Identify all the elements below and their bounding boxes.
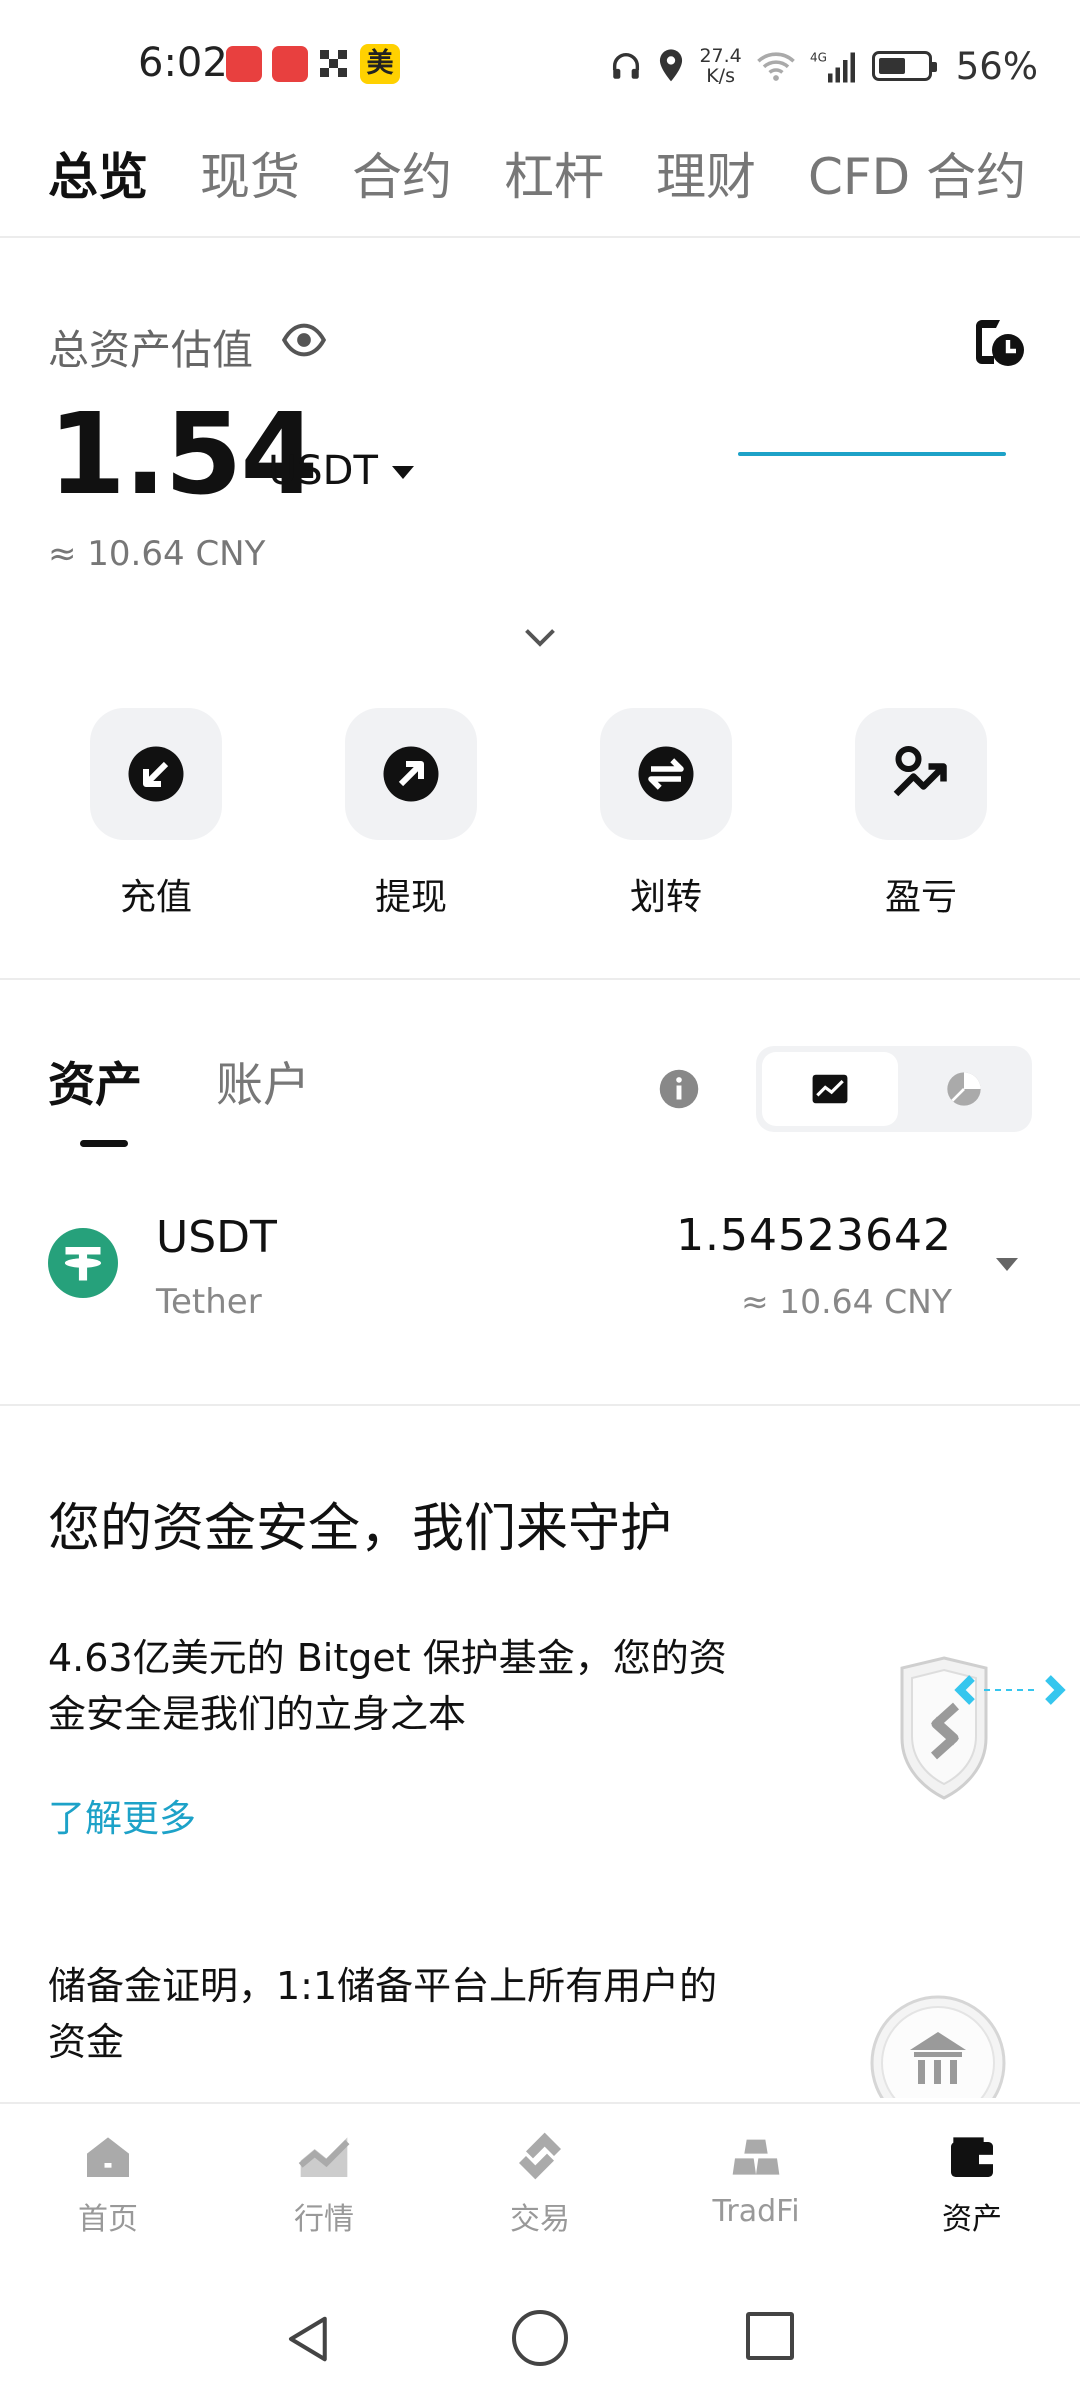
deposit-tile[interactable] (90, 708, 222, 840)
nav-markets[interactable]: 行情 (254, 2128, 394, 2238)
distribution-view-button[interactable] (902, 1052, 1026, 1126)
nav-tradfi[interactable]: TradFi (686, 2128, 826, 2229)
huawei-store-icon (272, 46, 308, 82)
trend-view-button[interactable] (762, 1052, 898, 1126)
cell-signal-icon: 4G (810, 51, 855, 83)
eye-icon[interactable] (282, 322, 326, 358)
learn-more-link[interactable]: 了解更多 (48, 1788, 196, 1842)
caret-down-icon[interactable] (392, 466, 414, 479)
status-indicators: 27.4 K/s 4G 56% (609, 36, 1038, 96)
headphones-icon (613, 53, 640, 79)
withdraw-button[interactable]: 提现 (345, 708, 477, 920)
tab-assets[interactable]: 资产 (48, 1054, 142, 1118)
recent-apps-icon[interactable] (746, 2312, 794, 2360)
caret-down-icon[interactable] (996, 1258, 1018, 1271)
currency-unit[interactable]: USDT (268, 448, 378, 494)
home-icon (87, 2137, 129, 2177)
system-nav-bar (0, 2270, 1080, 2400)
shield-illustration (900, 1656, 1066, 1800)
tab-futures[interactable]: 合约 (352, 142, 452, 212)
security-title: 您的资金安全，我们来守护 (48, 1499, 673, 1559)
transfer-tile[interactable] (600, 708, 732, 840)
deposit-icon (128, 746, 184, 802)
trend-chart-icon (812, 1074, 848, 1104)
back-icon[interactable] (282, 2312, 336, 2366)
tradfi-icon (732, 2139, 780, 2175)
divider (0, 1404, 1080, 1406)
usdt-logo-icon (48, 1228, 118, 1298)
withdraw-label: 提现 (374, 877, 447, 918)
market-icon (298, 2137, 350, 2177)
pnl-icon (893, 746, 947, 797)
divider (0, 236, 1080, 238)
top-tab-bar: 总览 现货 合约 杠杆 理财 CFD 合约 (48, 142, 1026, 212)
wallet-icon (951, 2137, 993, 2177)
total-asset-cny: ≈ 10.64 CNY (48, 534, 266, 574)
tab-cfd-futures[interactable]: CFD 合约 (808, 142, 1026, 212)
svg-text:4G: 4G (810, 51, 827, 65)
tab-accounts[interactable]: 账户 (216, 1054, 310, 1118)
pnl-button[interactable]: 盈亏 (855, 708, 987, 920)
status-bar: 6:02 美 27.4 K/s 4G 56% (0, 0, 1080, 130)
coin-amount: 1.54523642 (676, 1210, 952, 1261)
nav-label: 首页 (78, 2202, 138, 2237)
transfer-button[interactable]: 划转 (600, 708, 732, 920)
info-icon[interactable] (658, 1068, 700, 1110)
pnl-tile[interactable] (855, 708, 987, 840)
asset-trend-sparkline (738, 452, 1006, 456)
nav-label: 资产 (942, 2202, 1002, 2237)
bank-illustration (870, 1995, 1006, 2098)
transfer-icon (638, 746, 694, 802)
grid-app-icon (320, 50, 348, 78)
meituan-icon: 美 (360, 44, 400, 84)
tab-earn[interactable]: 理财 (656, 142, 756, 212)
nav-label: TradFi (712, 2194, 800, 2229)
battery-icon (871, 51, 937, 81)
network-speed: 27.4 K/s (699, 45, 742, 87)
deposit-label: 充值 (119, 877, 192, 918)
transfer-label: 划转 (629, 877, 702, 918)
withdraw-tile[interactable] (345, 708, 477, 840)
nav-label: 交易 (510, 2202, 570, 2237)
asset-history-icon[interactable] (970, 314, 1026, 370)
active-tab-indicator (80, 1140, 128, 1147)
proof-of-reserves-text: 储备金证明，1:1储备平台上所有用户的资金 (48, 1964, 718, 2064)
total-asset-label: 总资产估值 (48, 326, 253, 374)
wifi-icon (756, 52, 795, 81)
nav-assets[interactable]: 资产 (902, 2128, 1042, 2238)
trade-icon (519, 2132, 561, 2180)
home-circle-icon[interactable] (512, 2310, 568, 2366)
coin-symbol: USDT (156, 1212, 277, 1263)
nav-label: 行情 (294, 2202, 354, 2237)
nav-home[interactable]: 首页 (38, 2128, 178, 2238)
tab-spot[interactable]: 现货 (200, 142, 300, 212)
pie-chart-icon (947, 1072, 981, 1106)
status-time: 6:02 (138, 40, 228, 86)
coin-cny-value: ≈ 10.64 CNY (741, 1282, 952, 1321)
protection-fund-text: 4.63亿美元的 Bitget 保护基金，您的资金安全是我们的立身之本 (48, 1636, 727, 1736)
withdraw-icon (383, 746, 439, 802)
coin-name: Tether (156, 1282, 262, 1322)
deposit-button[interactable]: 充值 (90, 708, 222, 920)
bottom-nav: 首页 行情 交易 TradFi 资产 (0, 2102, 1080, 2270)
view-toggle (756, 1046, 1032, 1132)
tab-margin[interactable]: 杠杆 (504, 142, 604, 212)
battery-percent: 56% (955, 44, 1038, 88)
divider (0, 978, 1080, 980)
huawei-store-icon (226, 46, 262, 82)
chevron-down-icon[interactable] (522, 626, 558, 650)
location-icon (660, 49, 683, 82)
tab-overview[interactable]: 总览 (48, 142, 148, 212)
pnl-label: 盈亏 (884, 877, 957, 918)
nav-trade[interactable]: 交易 (470, 2128, 610, 2238)
